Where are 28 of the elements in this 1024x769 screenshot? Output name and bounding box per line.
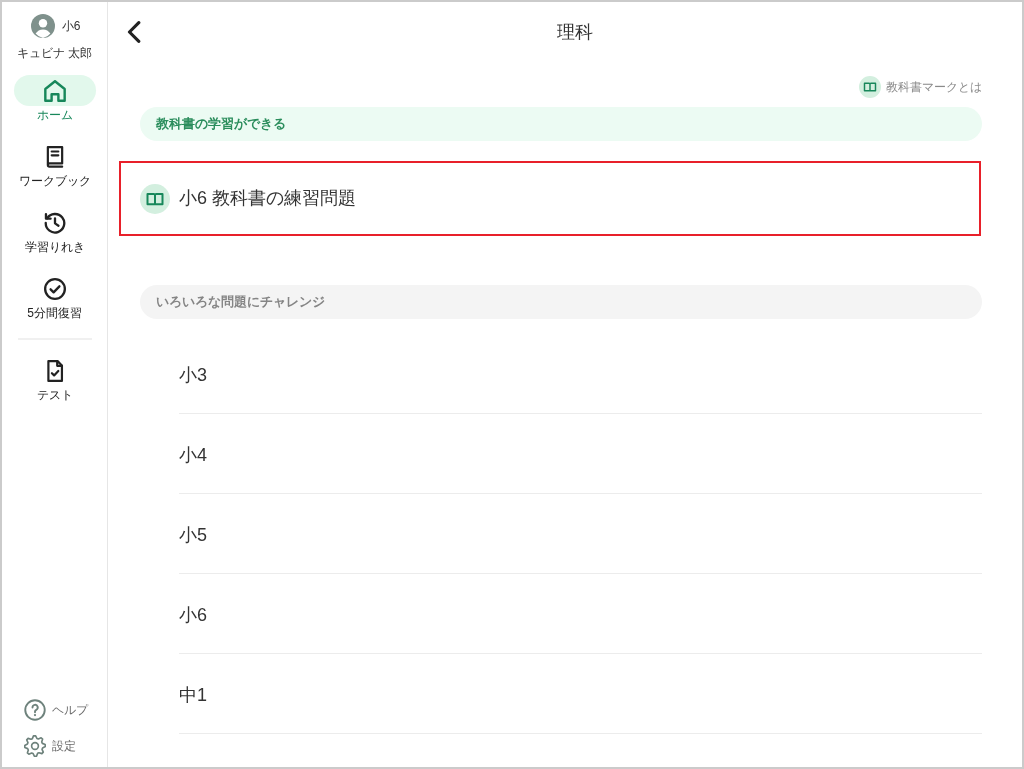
grade-item[interactable]: 小3	[179, 334, 982, 414]
nav-item[interactable]: 学習りれき	[13, 207, 96, 255]
grade-item[interactable]: 小5	[179, 494, 982, 574]
grade-item[interactable]: 小6	[179, 574, 982, 654]
grade-label: 小6	[61, 18, 81, 34]
avatar-icon	[30, 14, 55, 38]
home-icon	[43, 79, 66, 102]
textbook-practice-item[interactable]: 小6 教科書の練習問題	[119, 161, 981, 236]
check-circle-icon	[43, 277, 66, 300]
grade-item[interactable]: 小4	[179, 414, 982, 494]
book-icon	[140, 183, 170, 214]
user-name: キュビナ 太郎	[16, 45, 93, 61]
nav-item[interactable]: 5分間復習	[13, 273, 96, 321]
chevron-left-icon	[127, 21, 141, 43]
page-title: 理科	[556, 21, 593, 44]
book-icon	[859, 76, 881, 98]
back-button[interactable]	[127, 21, 141, 43]
section-header: 教科書の学習ができる	[140, 107, 982, 141]
textbook-mark-link[interactable]: 教科書マークとは	[859, 77, 982, 97]
section-header: いろいろな問題にチャレンジ	[140, 285, 982, 319]
grade-item[interactable]: 中1	[179, 654, 982, 734]
nav-item[interactable]: ワークブック	[13, 141, 96, 189]
settings-icon	[24, 735, 46, 757]
nav-item[interactable]: テスト	[13, 355, 96, 403]
help-button[interactable]: ヘルプ	[24, 699, 88, 721]
help-icon	[24, 699, 46, 721]
settings-button[interactable]: 設定	[24, 735, 76, 757]
history-icon	[43, 211, 66, 234]
